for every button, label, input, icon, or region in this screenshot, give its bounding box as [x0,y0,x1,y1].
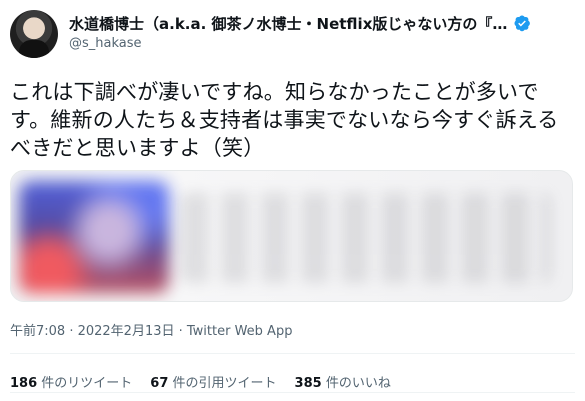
blurred-image-thumbnail [19,181,169,293]
divider [10,392,575,393]
divider [10,353,575,354]
retweets-stat[interactable]: 186 件のリツイート [10,372,132,391]
tweet-stats: 186 件のリツイート 67 件の引用ツイート 385 件のいいね [10,372,409,391]
likes-label: 件のいいね [325,376,391,391]
avatar[interactable] [10,10,58,58]
author-handle[interactable]: @s_hakase [69,36,142,51]
quotes-count: 67 [150,376,169,391]
blurred-image-content [181,193,551,283]
likes-count: 385 [294,376,322,391]
quotes-stat[interactable]: 67 件の引用ツイート [150,372,276,391]
author-row: 水道橋博士（a.k.a. 御茶ノ水博士・Netflix版じゃない方の『浅… [69,12,559,34]
tweet-media-blurred[interactable] [10,170,573,302]
verified-badge-icon [514,15,530,32]
likes-stat[interactable]: 385 件のいいね [295,372,391,391]
tweet-header: 水道橋博士（a.k.a. 御茶ノ水博士・Netflix版じゃない方の『浅… @s… [0,0,585,70]
quotes-label: 件の引用ツイート [172,376,277,391]
retweets-count: 186 [10,376,38,391]
tweet-timestamp[interactable]: 午前7:08 · 2022年2月13日 · Twitter Web App [10,320,292,339]
author-display-name[interactable]: 水道橋博士（a.k.a. 御茶ノ水博士・Netflix版じゃない方の『浅… [69,13,509,34]
tweet-text: これは下調べが凄いですね。知らなかったことが多いです。維新の人たち＆支持者は事実… [10,80,559,160]
retweets-label: 件のリツイート [41,376,133,391]
